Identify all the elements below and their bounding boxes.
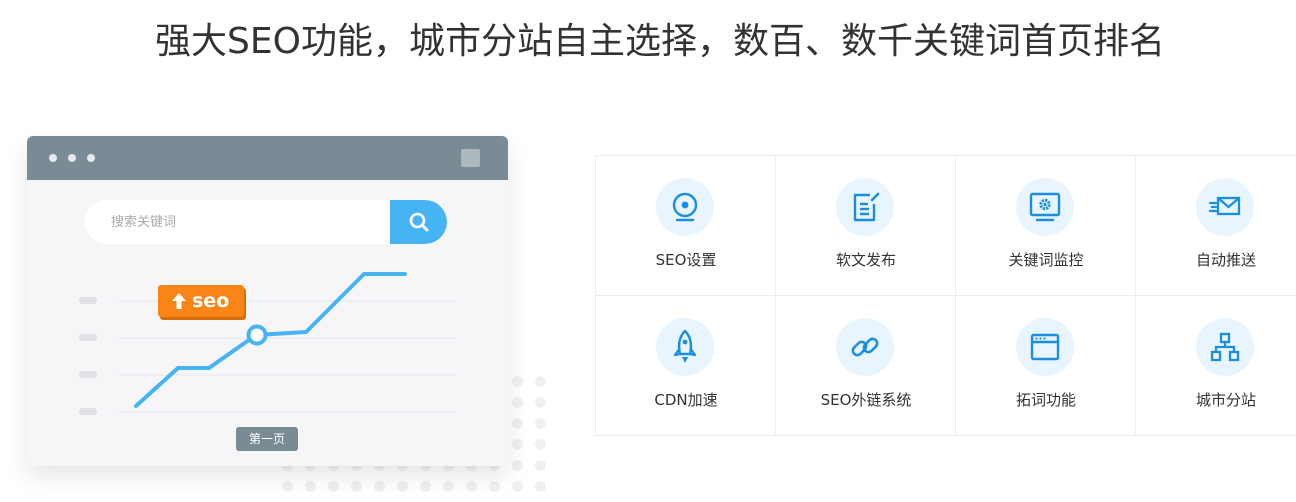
feature-city-substations[interactable]: 城市分站 (1136, 296, 1296, 436)
decorative-dot (535, 439, 546, 450)
seo-badge: seo (158, 285, 244, 317)
decorative-dot (328, 481, 339, 492)
document-edit-icon (853, 192, 880, 222)
browser-window-icon (1030, 333, 1060, 361)
browser-illustration: seo 第一页 (27, 136, 508, 466)
decorative-dot (512, 481, 523, 492)
decorative-dot (397, 481, 408, 492)
decorative-dot (420, 481, 431, 492)
feature-cdn-acceleration[interactable]: CDN加速 (596, 296, 776, 436)
feature-grid: SEO设置 软文发布 关键词监控 自动推送 CDN加速 SEO外链系统 拓词功能… (595, 155, 1296, 436)
feature-keyword-expansion[interactable]: 拓词功能 (956, 296, 1136, 436)
monitor-gear-icon (1029, 192, 1061, 222)
feature-auto-push[interactable]: 自动推送 (1136, 156, 1296, 296)
feature-label: CDN加速 (654, 391, 718, 409)
decorative-dot (489, 481, 500, 492)
decorative-dot (512, 397, 523, 408)
first-page-chip: 第一页 (236, 427, 298, 451)
feature-label: 拓词功能 (1015, 391, 1076, 409)
rocket-icon (673, 329, 697, 363)
feature-seo-backlinks[interactable]: SEO外链系统 (776, 296, 956, 436)
trend-marker (246, 324, 268, 346)
decorative-dot (535, 376, 546, 387)
decorative-dot (443, 481, 454, 492)
decorative-dot (305, 481, 316, 492)
feature-label: SEO设置 (655, 251, 717, 269)
feature-label: 关键词监控 (1008, 251, 1084, 269)
feature-article-publish[interactable]: 软文发布 (776, 156, 956, 296)
feature-label: 自动推送 (1195, 251, 1256, 269)
link-icon (851, 337, 879, 357)
sitemap-icon (1210, 332, 1240, 362)
decorative-dot (374, 481, 385, 492)
feature-label: 软文发布 (835, 251, 896, 269)
decorative-dot (512, 439, 523, 450)
chart-gridlines (119, 300, 455, 413)
decorative-dot (535, 418, 546, 429)
send-mail-icon (1208, 196, 1241, 216)
decorative-dot (466, 481, 477, 492)
page-headline: 强大SEO功能，城市分站自主选择，数百、数千关键词首页排名 (155, 21, 1165, 62)
ranking-line-chart (79, 272, 455, 415)
feature-keyword-monitor[interactable]: 关键词监控 (956, 156, 1136, 296)
decorative-dot (535, 397, 546, 408)
target-icon (672, 192, 698, 222)
decorative-dot (351, 481, 362, 492)
axis-tick-marks (79, 297, 97, 415)
decorative-dot (535, 481, 546, 492)
decorative-dot (282, 481, 293, 492)
decorative-dot (512, 376, 523, 387)
decorative-dot (512, 460, 523, 471)
decorative-dot (512, 418, 523, 429)
arrow-up-icon (172, 293, 186, 309)
decorative-dot (535, 460, 546, 471)
seo-badge-text: seo (192, 290, 230, 312)
feature-seo-settings[interactable]: SEO设置 (596, 156, 776, 296)
feature-label: SEO外链系统 (820, 391, 912, 409)
feature-label: 城市分站 (1195, 391, 1256, 409)
